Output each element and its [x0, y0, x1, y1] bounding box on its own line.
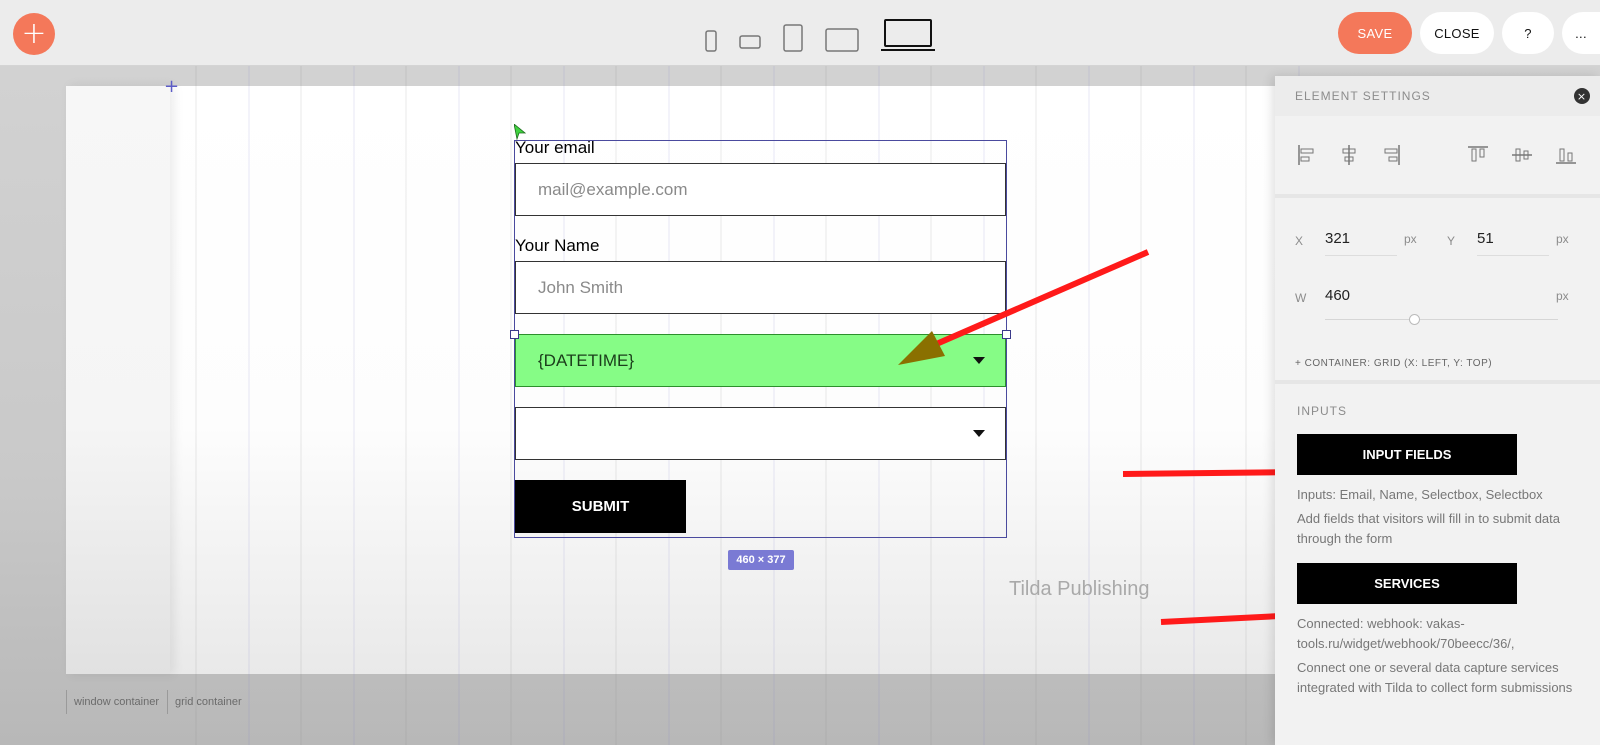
inputs-description: Add fields that visitors will fill in to… — [1297, 511, 1560, 546]
resize-handle-right[interactable] — [1002, 330, 1011, 339]
services-button[interactable]: SERVICES — [1297, 563, 1517, 604]
name-field[interactable]: John Smith — [515, 261, 1006, 314]
tablet-portrait-icon[interactable] — [783, 24, 803, 52]
help-button[interactable]: ? — [1502, 12, 1554, 54]
add-block-button[interactable]: + — [13, 13, 55, 55]
inputs-section: INPUTS INPUT FIELDS Inputs: Email, Name,… — [1275, 384, 1600, 698]
align-middle-vertical-icon[interactable] — [1511, 145, 1533, 165]
panel-title: ELEMENT SETTINGS — [1295, 89, 1431, 103]
secondary-selectbox[interactable] — [515, 407, 1006, 460]
size-badge: 460 × 377 — [728, 550, 794, 570]
services-connected: Connected: webhook: vakas-tools.ru/widge… — [1297, 616, 1515, 651]
align-bottom-icon[interactable] — [1555, 145, 1577, 165]
container-setting[interactable]: + CONTAINER: GRID (X: LEFT, Y: TOP) — [1295, 358, 1492, 369]
w-unit[interactable]: px — [1556, 289, 1569, 303]
w-label: W — [1295, 291, 1307, 305]
align-center-horizontal-icon[interactable] — [1339, 144, 1359, 166]
align-top-icon[interactable] — [1467, 145, 1489, 165]
resize-handle-left[interactable] — [510, 330, 519, 339]
more-button[interactable]: ... — [1562, 12, 1600, 54]
w-input[interactable]: 460 — [1325, 287, 1397, 312]
submit-button[interactable]: SUBMIT — [515, 480, 686, 533]
y-unit[interactable]: px — [1556, 232, 1569, 246]
chevron-down-icon — [973, 357, 985, 364]
geometry-section: X 321 px Y 51 px W 460 px + CONTAINER: G… — [1275, 198, 1600, 384]
email-label: Your email — [515, 138, 595, 157]
phone-landscape-icon[interactable] — [739, 35, 761, 49]
x-unit[interactable]: px — [1404, 232, 1417, 246]
grid-container-label[interactable]: grid container — [167, 690, 250, 714]
align-left-icon[interactable] — [1297, 144, 1317, 166]
container-labels: window container grid container — [66, 690, 250, 714]
align-right-icon[interactable] — [1381, 144, 1401, 166]
y-input[interactable]: 51 — [1477, 230, 1549, 256]
width-slider-track[interactable] — [1325, 319, 1558, 320]
y-label: Y — [1447, 234, 1456, 248]
device-preview-switcher — [705, 14, 935, 52]
close-icon[interactable]: × — [1574, 88, 1590, 104]
input-fields-button[interactable]: INPUT FIELDS — [1297, 434, 1517, 475]
email-field[interactable]: mail@example.com — [515, 163, 1006, 216]
services-description: Connect one or several data capture serv… — [1297, 660, 1573, 695]
top-actions: SAVE CLOSE ? ... — [1338, 12, 1600, 54]
datetime-value: {DATETIME} — [538, 350, 635, 370]
crosshair-icon: + — [164, 76, 180, 97]
inputs-summary: Inputs: Email, Name, Selectbox, Selectbo… — [1297, 487, 1543, 502]
plus-icon: + — [21, 16, 47, 51]
save-button[interactable]: SAVE — [1338, 12, 1412, 54]
x-input[interactable]: 321 — [1325, 230, 1397, 256]
tablet-landscape-icon[interactable] — [825, 28, 859, 52]
top-toolbar: + SAVE CLOSE ? ... — [0, 0, 1600, 66]
width-slider-handle[interactable] — [1409, 314, 1420, 325]
phone-portrait-icon[interactable] — [705, 30, 717, 52]
panel-header: ELEMENT SETTINGS × — [1275, 76, 1600, 116]
x-label: X — [1295, 234, 1304, 248]
inputs-title: INPUTS — [1297, 404, 1348, 418]
close-button[interactable]: CLOSE — [1420, 12, 1494, 54]
chevron-down-icon — [973, 430, 985, 437]
alignment-toolbar — [1275, 116, 1600, 198]
watermark-text: Tilda Publishing — [1009, 578, 1150, 600]
desktop-icon[interactable] — [881, 18, 935, 52]
datetime-selectbox[interactable]: {DATETIME} — [515, 334, 1006, 387]
element-settings-panel: ELEMENT SETTINGS × X 321 px Y 51 px W 46… — [1275, 76, 1600, 745]
name-label: Your Name — [515, 236, 600, 255]
window-container-label[interactable]: window container — [66, 690, 167, 714]
